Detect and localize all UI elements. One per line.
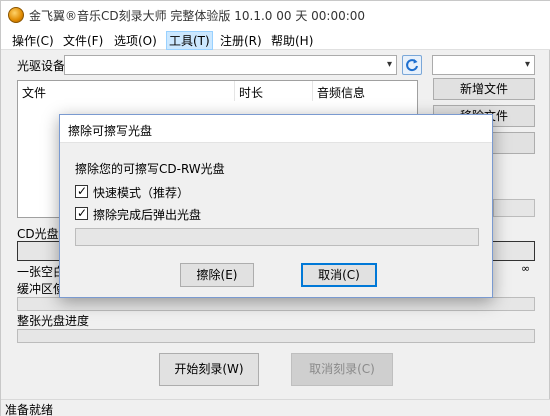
buffer-label: 缓冲区使 <box>17 282 66 296</box>
drive-select[interactable]: ▾ <box>64 55 397 75</box>
menu-help[interactable]: 帮助(H) <box>271 32 313 49</box>
erase-progress <box>75 228 479 246</box>
menu-bar: 操作(C) 文件(F) 选项(O) 工具(T) 注册(R) 帮助(H) <box>1 29 550 50</box>
column-header-audio-info[interactable]: 音频信息 <box>313 81 417 101</box>
secondary-select[interactable]: ▾ <box>432 55 535 75</box>
blank-disc-label: 一张空白 <box>17 265 66 279</box>
infinity-label: ∞ <box>521 262 531 275</box>
menu-file[interactable]: 文件(F) <box>63 32 103 49</box>
side-field <box>493 199 535 217</box>
erase-button[interactable]: 擦除(E) <box>180 263 254 287</box>
main-window: 金飞翼®音乐CD刻录大师 完整体验版 10.1.0 00 天 00:00:00 … <box>0 0 550 416</box>
refresh-icon <box>406 59 418 72</box>
erase-dialog: 擦除可擦写光盘 擦除您的可擦写CD-RW光盘 ✓ 快速模式（推荐） ✓ 擦除完成… <box>59 114 493 298</box>
menu-tools[interactable]: 工具(T) <box>166 31 213 50</box>
check-icon: ✓ <box>77 184 88 198</box>
buffer-progress <box>17 297 535 311</box>
start-burn-button[interactable]: 开始刻录(W) <box>159 353 259 386</box>
dialog-cancel-button[interactable]: 取消(C) <box>301 263 377 287</box>
dialog-title: 擦除可擦写光盘 <box>68 124 153 138</box>
chevron-down-icon: ▾ <box>386 59 392 70</box>
menu-operation[interactable]: 操作(C) <box>12 32 54 49</box>
full-progress-label: 整张光盘进度 <box>17 314 90 328</box>
status-text: 准备就绪 <box>5 403 54 416</box>
chevron-down-icon: ▾ <box>524 59 530 70</box>
window-title: 金飞翼®音乐CD刻录大师 完整体验版 10.1.0 00 天 00:00:00 <box>29 9 366 23</box>
menu-register[interactable]: 注册(R) <box>220 32 262 49</box>
add-file-button[interactable]: 新增文件 <box>433 78 535 100</box>
column-header-duration[interactable]: 时长 <box>235 81 313 101</box>
full-disc-progress <box>17 329 535 343</box>
refresh-button[interactable] <box>402 55 422 75</box>
title-bar: 金飞翼®音乐CD刻录大师 完整体验版 10.1.0 00 天 00:00:00 <box>1 1 550 29</box>
status-bar: 准备就绪 <box>1 399 550 416</box>
menu-options[interactable]: 选项(O) <box>114 32 157 49</box>
app-icon <box>8 7 24 23</box>
dialog-title-bar: 擦除可擦写光盘 <box>60 115 492 143</box>
check-icon: ✓ <box>77 206 88 220</box>
column-header-file[interactable]: 文件 <box>18 81 235 101</box>
quick-mode-label[interactable]: 快速模式（推荐） <box>93 184 189 201</box>
eject-after-erase-checkbox[interactable]: ✓ <box>75 206 88 220</box>
cancel-burn-button[interactable]: 取消刻录(C) <box>291 353 393 386</box>
eject-after-erase-label[interactable]: 擦除完成后弹出光盘 <box>93 206 201 223</box>
quick-mode-checkbox[interactable]: ✓ <box>75 184 88 198</box>
dialog-instruction: 擦除您的可擦写CD-RW光盘 <box>75 162 225 176</box>
drive-label: 光驱设备 <box>17 59 66 73</box>
